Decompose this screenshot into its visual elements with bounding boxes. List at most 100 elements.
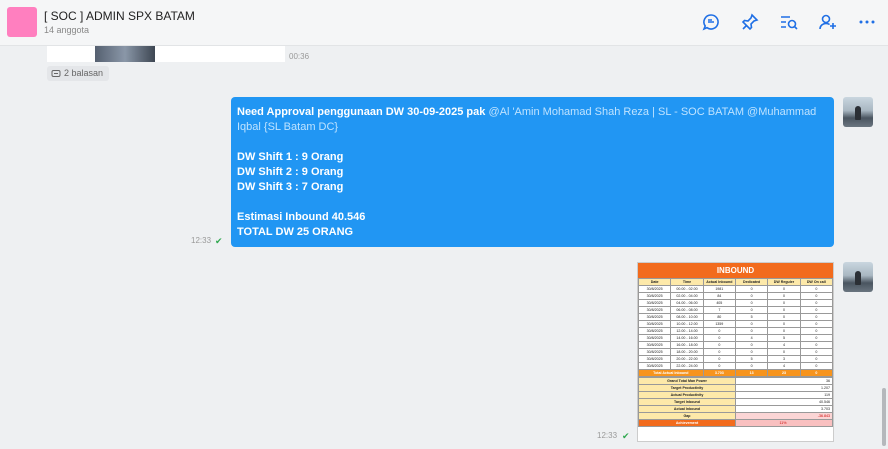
sent-check-icon: ✔ [622,431,630,441]
column-header: Time [670,278,704,286]
total-dw: TOTAL DW 25 ORANG [237,226,354,238]
replies-button[interactable]: 2 balasan [47,66,110,81]
table-cell: 3 [767,355,801,363]
previous-image-thumbnail[interactable] [95,46,155,62]
table-cell: 0 [767,285,801,293]
table-cell: 0 [799,292,833,300]
table-cell: 1981 [702,285,736,293]
reply-thread-icon [51,69,61,77]
scrollbar[interactable] [882,388,886,446]
more-icon[interactable] [857,12,877,32]
table-row: 30/8/2025 18.00 - 20.00 0 0 0 0 [638,348,833,356]
summary-label: Actual Inbound [638,405,736,413]
table-cell: 0 [734,285,769,293]
table-cell: 14.00 - 16.00 [670,334,704,342]
message-bubble[interactable]: Need Approval penggunaan DW 30-09-2025 p… [231,97,834,247]
table-cell: 12.00 - 14.00 [670,327,704,335]
table-cell: 0 [734,320,769,328]
table-cell: 30/8/2025 [638,355,672,363]
member-count[interactable]: 14 anggota [44,25,89,35]
table-cell: 30/8/2025 [638,306,672,314]
table-cell: 04.00 - 06.00 [670,299,704,307]
table-cell: 0 [799,362,833,370]
message-time: 12:33 [597,431,618,440]
column-header: DW Reguler [767,278,801,286]
sheet-title: INBOUND [638,263,833,278]
shift-line: DW Shift 3 : 7 Orang [237,181,344,193]
table-row: 30/8/2025 20.00 - 22.00 0 5 3 0 [638,355,833,363]
summary-row: Target Productivity 1.207 [638,384,833,392]
summary-value: -36.843 [735,412,833,420]
table-cell: 0 [702,348,736,356]
table-cell: 30/8/2025 [638,292,672,300]
table-cell: 0 [799,341,833,349]
table-cell: 0 [734,341,769,349]
table-cell: 30/8/2025 [638,320,672,328]
table-cell: 30/8/2025 [638,285,672,293]
table-cell: 0 [702,355,736,363]
user-avatar[interactable] [843,262,873,292]
table-cell: 22.00 - 24.00 [670,362,704,370]
add-member-icon[interactable] [818,12,838,32]
table-row: 30/8/2025 22.00 - 24.00 0 0 4 0 [638,362,833,370]
table-cell: 4 [767,341,801,349]
table-cell: 0 [702,334,736,342]
table-cell: 0 [799,334,833,342]
table-cell: 0 [799,320,833,328]
table-cell: 23 [767,369,801,377]
table-cell: 20.00 - 22.00 [670,355,704,363]
table-cell: 30/8/2025 [638,348,672,356]
table-row: 30/8/2025 00.00 - 02.00 1981 0 0 0 [638,285,833,293]
inbound-sheet-image[interactable]: INBOUND Date Time Actual Inbound Dedicated D… [637,262,834,442]
search-list-icon[interactable] [779,12,799,32]
table-cell: 0 [799,285,833,293]
table-cell: 30/8/2025 [638,334,672,342]
summary-label: Target Productivity [638,384,736,392]
summary-row: Gap -36.843 [638,412,833,420]
table-row: 30/8/2025 08.00 - 10.00 80 5 0 0 [638,313,833,321]
summary-row: Actual Inbound 3.703 [638,405,833,413]
table-row: 30/8/2025 16.00 - 18.00 0 0 4 0 [638,341,833,349]
table-row: 30/8/2025 10.00 - 12.00 1359 0 0 0 [638,320,833,328]
table-cell: 30/8/2025 [638,362,672,370]
table-cell: 5 [734,355,769,363]
chat-bubble-icon[interactable] [701,12,721,32]
group-avatar[interactable] [7,7,37,37]
shift-line: DW Shift 1 : 9 Orang [237,151,344,163]
table-cell: 0 [799,313,833,321]
table-cell: 5 [767,334,801,342]
chat-header: [ SOC ] ADMIN SPX BATAM 14 anggota [0,0,888,46]
summary-value: 40.546 [735,398,833,406]
table-cell: 0 [767,348,801,356]
table-cell: 0 [799,369,833,377]
table-cell: 0 [767,306,801,314]
table-row: 30/8/2025 04.00 - 06.00 405 0 0 0 [638,299,833,307]
summary-table: Grand Total Man Power 36 Target Productivi… [638,377,833,427]
pin-icon[interactable] [740,12,760,32]
user-avatar[interactable] [843,97,873,127]
previous-image-message[interactable] [47,46,285,62]
table-row: 30/8/2025 02.00 - 04.00 84 0 0 0 [638,292,833,300]
summary-label: Target Inbound [638,398,736,406]
summary-row: Target Inbound 40.546 [638,398,833,406]
summary-label: Achievement [638,419,736,427]
table-cell: 0 [799,327,833,335]
table-cell: 1359 [702,320,736,328]
group-title[interactable]: [ SOC ] ADMIN SPX BATAM [44,9,195,23]
table-cell: 0 [799,348,833,356]
table-cell: 0 [767,327,801,335]
column-header: Actual Inbound [702,278,736,286]
table-cell: 0 [799,299,833,307]
table-cell: 0 [767,292,801,300]
table-cell: 0 [734,306,769,314]
column-header: Dedicated [734,278,769,286]
table-row: 30/8/2025 12.00 - 14.00 0 0 0 0 [638,327,833,335]
summary-row: Grand Total Man Power 36 [638,377,833,385]
table-cell: 02.00 - 04.00 [670,292,704,300]
table-cell: 0 [734,327,769,335]
table-cell: 0 [702,362,736,370]
achievement-row: Achievement 11% [638,419,833,427]
table-cell: 10.00 - 12.00 [670,320,704,328]
table-cell: 0 [734,348,769,356]
table-cell: Total Actual Inbound [638,369,704,377]
